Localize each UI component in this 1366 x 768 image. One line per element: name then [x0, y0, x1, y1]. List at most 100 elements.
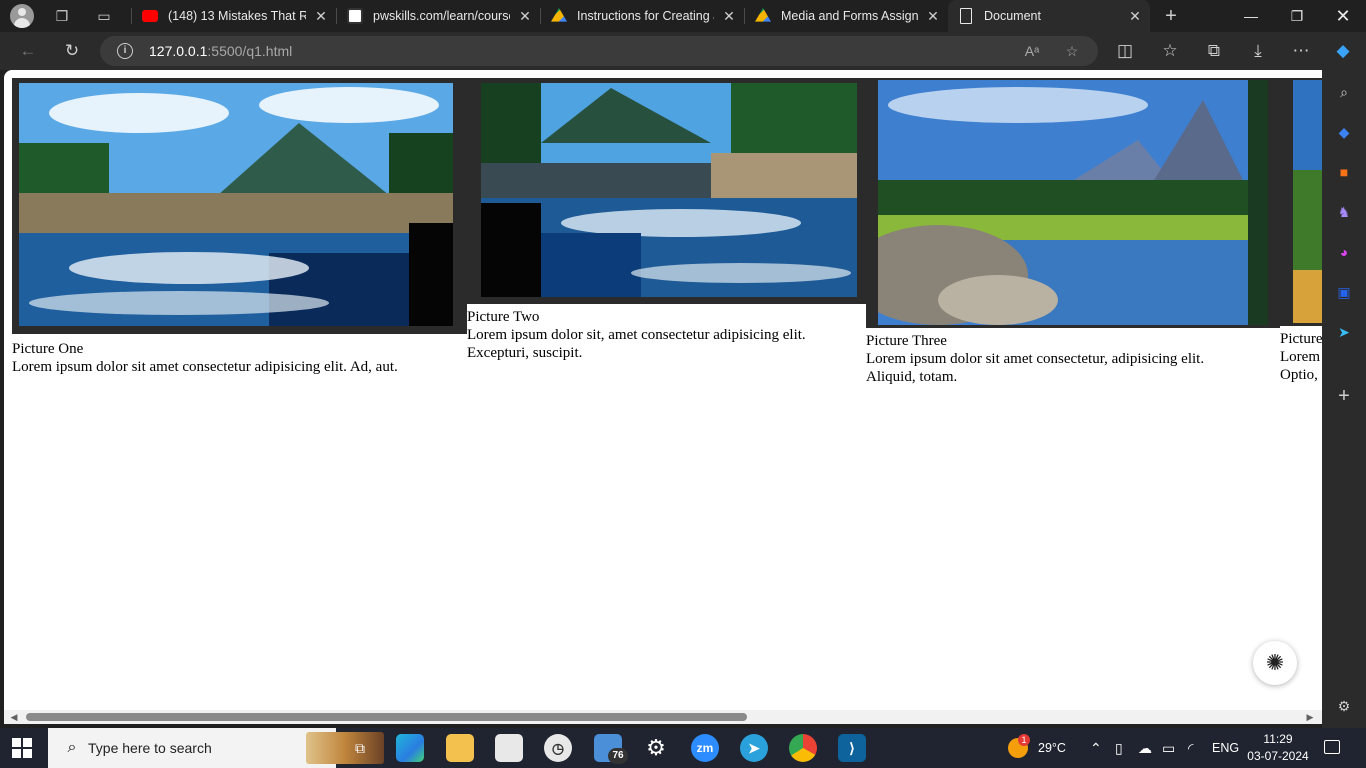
- split-screen-icon[interactable]: ◫: [1113, 40, 1137, 62]
- battery-icon[interactable]: ▭: [1162, 728, 1175, 768]
- more-menu-icon[interactable]: ⋯: [1289, 40, 1313, 62]
- picture-frame: [467, 78, 866, 304]
- close-tab-icon[interactable]: ✕: [926, 0, 940, 32]
- language-indicator[interactable]: ENG: [1212, 728, 1239, 768]
- add-sidebar-app-icon[interactable]: +: [1334, 386, 1354, 406]
- search-icon[interactable]: ⌕: [1334, 82, 1354, 102]
- site-info-icon[interactable]: i: [117, 43, 133, 59]
- minimize-button[interactable]: —: [1228, 0, 1274, 32]
- search-icon: ⌕: [67, 739, 77, 756]
- tools-briefcase-icon[interactable]: ■: [1334, 162, 1354, 182]
- zoom-icon[interactable]: zm: [691, 734, 719, 762]
- picture-title: Picture Two: [467, 309, 540, 325]
- search-placeholder: Type here to search: [88, 740, 212, 756]
- weather-icon[interactable]: 1: [1006, 728, 1030, 768]
- picture-frame: [866, 78, 1280, 328]
- weather-temp[interactable]: 29°C: [1038, 728, 1066, 768]
- close-tab-icon[interactable]: ✕: [722, 0, 736, 32]
- send-icon[interactable]: ➤: [1334, 322, 1354, 342]
- mountain-lake-image: [878, 80, 1268, 325]
- restore-button[interactable]: ❐: [1274, 0, 1320, 32]
- page-content: Picture One Lorem ipsum dolor sit amet c…: [4, 70, 1322, 710]
- youtube-icon: [142, 10, 158, 22]
- copilot-icon[interactable]: ◆: [1331, 40, 1355, 62]
- tab-document[interactable]: Document ✕: [948, 0, 1150, 32]
- refresh-icon[interactable]: ↻: [60, 40, 84, 62]
- google-drive-icon: [755, 8, 771, 22]
- tab-youtube[interactable]: (148) 13 Mistakes That Ru ✕: [132, 0, 336, 32]
- mail-badge: 76: [608, 748, 628, 764]
- favorites-icon[interactable]: ☆: [1158, 40, 1182, 62]
- picture-description: Lorem: [1280, 349, 1320, 365]
- picture-description-2: Optio,: [1280, 367, 1318, 383]
- address-bar[interactable]: i 127.0.0.1:5500/q1.html Aᵃ ☆: [100, 36, 1098, 66]
- scrollbar-thumb[interactable]: [26, 713, 747, 721]
- scroll-right-icon[interactable]: ▶: [1304, 710, 1316, 724]
- picture-card: Picture One Lorem ipsum dolor sit amet c…: [12, 78, 467, 376]
- outlook-icon[interactable]: ▣: [1334, 282, 1354, 302]
- assistant-float-button[interactable]: ✺: [1253, 641, 1297, 685]
- tab-instructions[interactable]: Instructions for Creating a ✕: [541, 0, 744, 32]
- microsoft-store-icon[interactable]: [495, 734, 523, 762]
- profile-avatar[interactable]: [10, 4, 34, 28]
- edge-icon[interactable]: [396, 734, 424, 762]
- new-tab-icon[interactable]: +: [1161, 6, 1181, 26]
- settings-gear-icon[interactable]: ⚙: [642, 734, 670, 762]
- copilot-sidebar-icon[interactable]: ◕: [1334, 242, 1354, 262]
- picture-card: Picture Two Lorem ipsum dolor sit, amet …: [467, 78, 866, 362]
- tab-actions-icon[interactable]: ▭: [94, 6, 114, 26]
- pwskills-icon: [347, 8, 363, 24]
- onedrive-cloud-icon[interactable]: ☁: [1138, 728, 1152, 768]
- taskbar-search-box[interactable]: ⌕ Type here to search: [48, 728, 384, 768]
- chrome-icon[interactable]: [789, 734, 817, 762]
- task-view-icon[interactable]: ⧉: [346, 734, 374, 762]
- waterfall-landscape-image: [481, 83, 857, 297]
- telegram-icon[interactable]: ➤: [740, 734, 768, 762]
- vscode-icon[interactable]: ⟩: [838, 734, 866, 762]
- windows-taskbar: ⌕ Type here to search ⧉ ◷ 76 ⚙ zm ➤ ⟩ 1 …: [0, 728, 1366, 768]
- tab-pwskills[interactable]: pwskills.com/learn/course/ ✕: [337, 0, 540, 32]
- scroll-left-icon[interactable]: ◀: [8, 710, 20, 724]
- tab-title: Instructions for Creating a: [577, 9, 714, 23]
- close-tab-icon[interactable]: ✕: [314, 0, 328, 32]
- close-window-button[interactable]: ✕: [1320, 0, 1366, 32]
- show-hidden-icons-icon[interactable]: ⌃: [1090, 728, 1102, 768]
- picture-description-2: Aliquid, totam.: [866, 369, 958, 385]
- read-aloud-icon[interactable]: Aᵃ: [1022, 41, 1042, 61]
- games-icon[interactable]: ♞: [1334, 202, 1354, 222]
- google-drive-icon: [551, 8, 567, 22]
- collections-icon[interactable]: ⧉: [1202, 40, 1226, 62]
- clock-date: 03-07-2024: [1247, 749, 1309, 763]
- tab-title: Document: [984, 9, 1041, 23]
- tab-media-forms[interactable]: Media and Forms Assignm ✕: [745, 0, 948, 32]
- address-url[interactable]: 127.0.0.1:5500/q1.html: [149, 36, 292, 66]
- tab-title: (148) 13 Mistakes That Ru: [168, 9, 306, 23]
- page-viewport: Picture One Lorem ipsum dolor sit amet c…: [4, 70, 1322, 724]
- picture-title: Picture One: [12, 341, 84, 357]
- sidebar-settings-icon[interactable]: ⚙: [1334, 696, 1354, 716]
- picture-description: Lorem ipsum dolor sit amet consectetur a…: [12, 359, 398, 375]
- back-icon[interactable]: ←: [16, 40, 40, 62]
- browser-toolbar: ← ↻ i 127.0.0.1:5500/q1.html Aᵃ ☆ ◫ ☆ ⧉ …: [0, 32, 1366, 70]
- close-tab-icon[interactable]: ✕: [518, 0, 532, 32]
- favorite-star-icon[interactable]: ☆: [1062, 41, 1082, 61]
- workspaces-icon[interactable]: ❐: [52, 6, 72, 26]
- tab-title: Media and Forms Assignm: [781, 9, 918, 23]
- picture-title: Picture: [1280, 331, 1322, 347]
- close-tab-icon[interactable]: ✕: [1128, 0, 1142, 32]
- shopping-tag-icon[interactable]: ◆: [1334, 122, 1354, 142]
- clock-app-icon[interactable]: ◷: [544, 734, 572, 762]
- device-icon[interactable]: ▯: [1115, 728, 1123, 768]
- picture-description: Lorem ipsum dolor sit, amet consectetur …: [467, 327, 806, 343]
- wifi-icon[interactable]: ◜: [1188, 728, 1193, 768]
- picture-title: Picture Three: [866, 333, 947, 349]
- mail-icon[interactable]: 76: [594, 734, 628, 764]
- picture-description: Lorem ipsum dolor sit amet consectetur, …: [866, 351, 1205, 367]
- edge-sidebar: ⌕ ◆ ■ ♞ ◕ ▣ ➤ + ⚙: [1322, 70, 1366, 728]
- horizontal-scrollbar[interactable]: ◀ ▶: [4, 710, 1322, 724]
- file-explorer-icon[interactable]: [446, 734, 474, 762]
- taskbar-clock[interactable]: 11:29 03-07-2024: [1246, 731, 1310, 765]
- windows-start-icon[interactable]: [12, 738, 32, 758]
- notifications-icon[interactable]: [1324, 740, 1340, 754]
- downloads-icon[interactable]: ⤓: [1246, 40, 1270, 62]
